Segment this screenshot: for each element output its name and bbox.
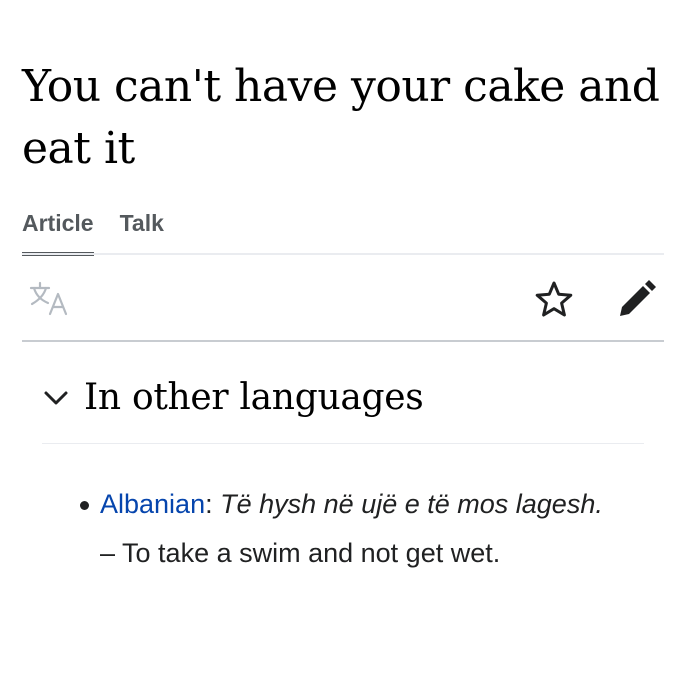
language-translate-icon[interactable] xyxy=(28,280,72,318)
translation-text: To take a swim and not get wet. xyxy=(122,538,501,568)
tabs-divider xyxy=(22,253,664,255)
chevron-down-icon xyxy=(44,391,68,405)
bullet-icon xyxy=(80,501,89,510)
language-link-albanian[interactable]: Albanian xyxy=(100,489,205,519)
toolbar-divider xyxy=(22,340,664,342)
dash: – xyxy=(100,538,123,568)
list-item: Albanian: Të hysh në ujë e të mos lagesh… xyxy=(80,480,620,578)
tab-article[interactable]: Article xyxy=(22,204,94,256)
separator: : xyxy=(205,489,213,519)
edit-pencil-icon[interactable] xyxy=(616,278,660,320)
tab-talk[interactable]: Talk xyxy=(120,204,164,252)
watch-star-icon[interactable] xyxy=(534,280,574,318)
foreign-phrase: Të hysh në ujë e të mos lagesh. xyxy=(220,489,603,519)
page-title: You can't have your cake and eat it xyxy=(22,61,660,174)
section-heading-toggle[interactable]: In other languages xyxy=(42,370,424,426)
page-tabs: Article Talk xyxy=(22,204,164,256)
languages-list: Albanian: Të hysh në ujë e të mos lagesh… xyxy=(80,480,620,578)
section-divider xyxy=(42,443,644,444)
section-title: In other languages xyxy=(84,377,424,418)
